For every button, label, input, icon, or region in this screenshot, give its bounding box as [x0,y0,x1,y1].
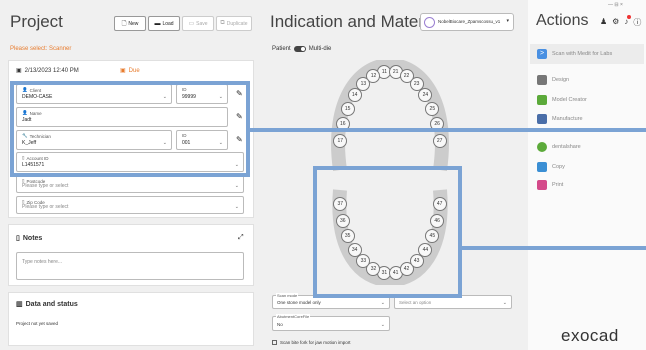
data-status-title: ▥ Data and status [16,300,78,309]
calendar-due-icon: ▣ [120,68,126,74]
notes-icon: ▯ [16,235,20,242]
exocad-logo: exocad [561,326,619,345]
copy-action[interactable]: Copy [537,162,565,172]
gear-icon[interactable]: ⚙ [612,17,619,28]
new-file-icon: 🗋 [121,20,127,27]
highlight-connector-right [462,246,646,250]
calendar-icon: ▣ [16,68,22,74]
person-icon[interactable]: ♟ [600,17,607,28]
highlight-box-teeth [313,166,462,298]
copy-icon [537,162,547,172]
window-controls[interactable]: — ⊟ × [608,2,623,8]
new-button[interactable]: 🗋 New [114,16,146,31]
tooth-27[interactable]: 27 [432,134,447,149]
highlight-connector-left [250,128,646,132]
chevron-down-icon: ⌄ [380,300,385,306]
dentalshare-icon [537,142,547,152]
date-display[interactable]: ▣ 2/13/2023 12:40 PM [16,67,79,75]
design-icon [537,75,547,85]
manufacture-action[interactable]: Manufacture [537,114,583,124]
actions-title: Actions [536,12,589,29]
material-select[interactable]: NobelBiocare_Zpamscossu_v1 ▾ [420,13,514,31]
checkbox-icon[interactable] [272,340,277,345]
model-creator-action[interactable]: Model Creator [537,95,587,105]
dentalshare-action[interactable]: dentalshare [537,142,581,152]
material-icon [424,17,435,28]
due-display[interactable]: ▣ Due [120,67,140,75]
project-title: Project [10,12,63,31]
notes-input[interactable]: Type notes here... [16,252,244,280]
chevron-down-icon: ⌄ [380,322,385,328]
design-action[interactable]: Design [537,75,569,85]
save-button[interactable]: ▭ Save [182,16,214,31]
zip-code-field[interactable]: ▯ Zip Code Please type or select ⌄ [16,196,244,214]
scan-arrow-icon: > [537,49,547,59]
tooth-14[interactable]: 14 [347,87,362,102]
load-button[interactable]: ▬ Load [148,16,180,31]
model-creator-icon [537,95,547,105]
tooth-15[interactable]: 15 [340,101,355,116]
chart-icon: ▥ [16,301,23,308]
expand-icon[interactable]: ⤢ [238,234,244,242]
folder-icon: ▬ [154,20,161,27]
scan-with-medit-action[interactable]: > Scan with Medit for Labs [537,49,612,59]
scan-bite-checkbox[interactable]: Scan bite fork for jaw motion import [272,340,351,345]
abutment-select[interactable]: AbutmentCoreFile No ⌄ [272,314,390,331]
postcode-field[interactable]: ▯ Postcode Please type or select ⌄ [16,175,244,193]
chevron-down-icon: ⌄ [234,204,239,210]
chevron-down-icon: ⌄ [502,300,507,306]
please-select-scanner: Please select: Scanner [10,46,72,52]
save-icon: ▭ [188,21,195,27]
duplicate-button[interactable]: ⧉ Duplicate [216,16,252,31]
help-icon[interactable]: ⓘ [633,17,641,28]
tooth-25[interactable]: 25 [425,101,440,116]
notes-title: ▯ Notes [16,234,43,243]
toggle-switch[interactable] [293,46,306,52]
dropdown-arrow-icon: ▾ [506,18,509,24]
header-icons: ♟ ⚙ ♪ ⓘ [600,15,641,28]
notification-icon[interactable]: ♪ [624,15,632,28]
highlight-box-left [10,81,250,177]
chevron-down-icon: ⌄ [234,183,239,189]
print-action[interactable]: Print [537,180,563,190]
printer-icon [537,180,547,190]
duplicate-icon: ⧉ [220,20,225,26]
project-status-text: Project not yet saved [16,321,59,326]
patient-toggle[interactable]: Patient Multi-die [272,46,331,52]
manufacture-icon [537,114,547,124]
